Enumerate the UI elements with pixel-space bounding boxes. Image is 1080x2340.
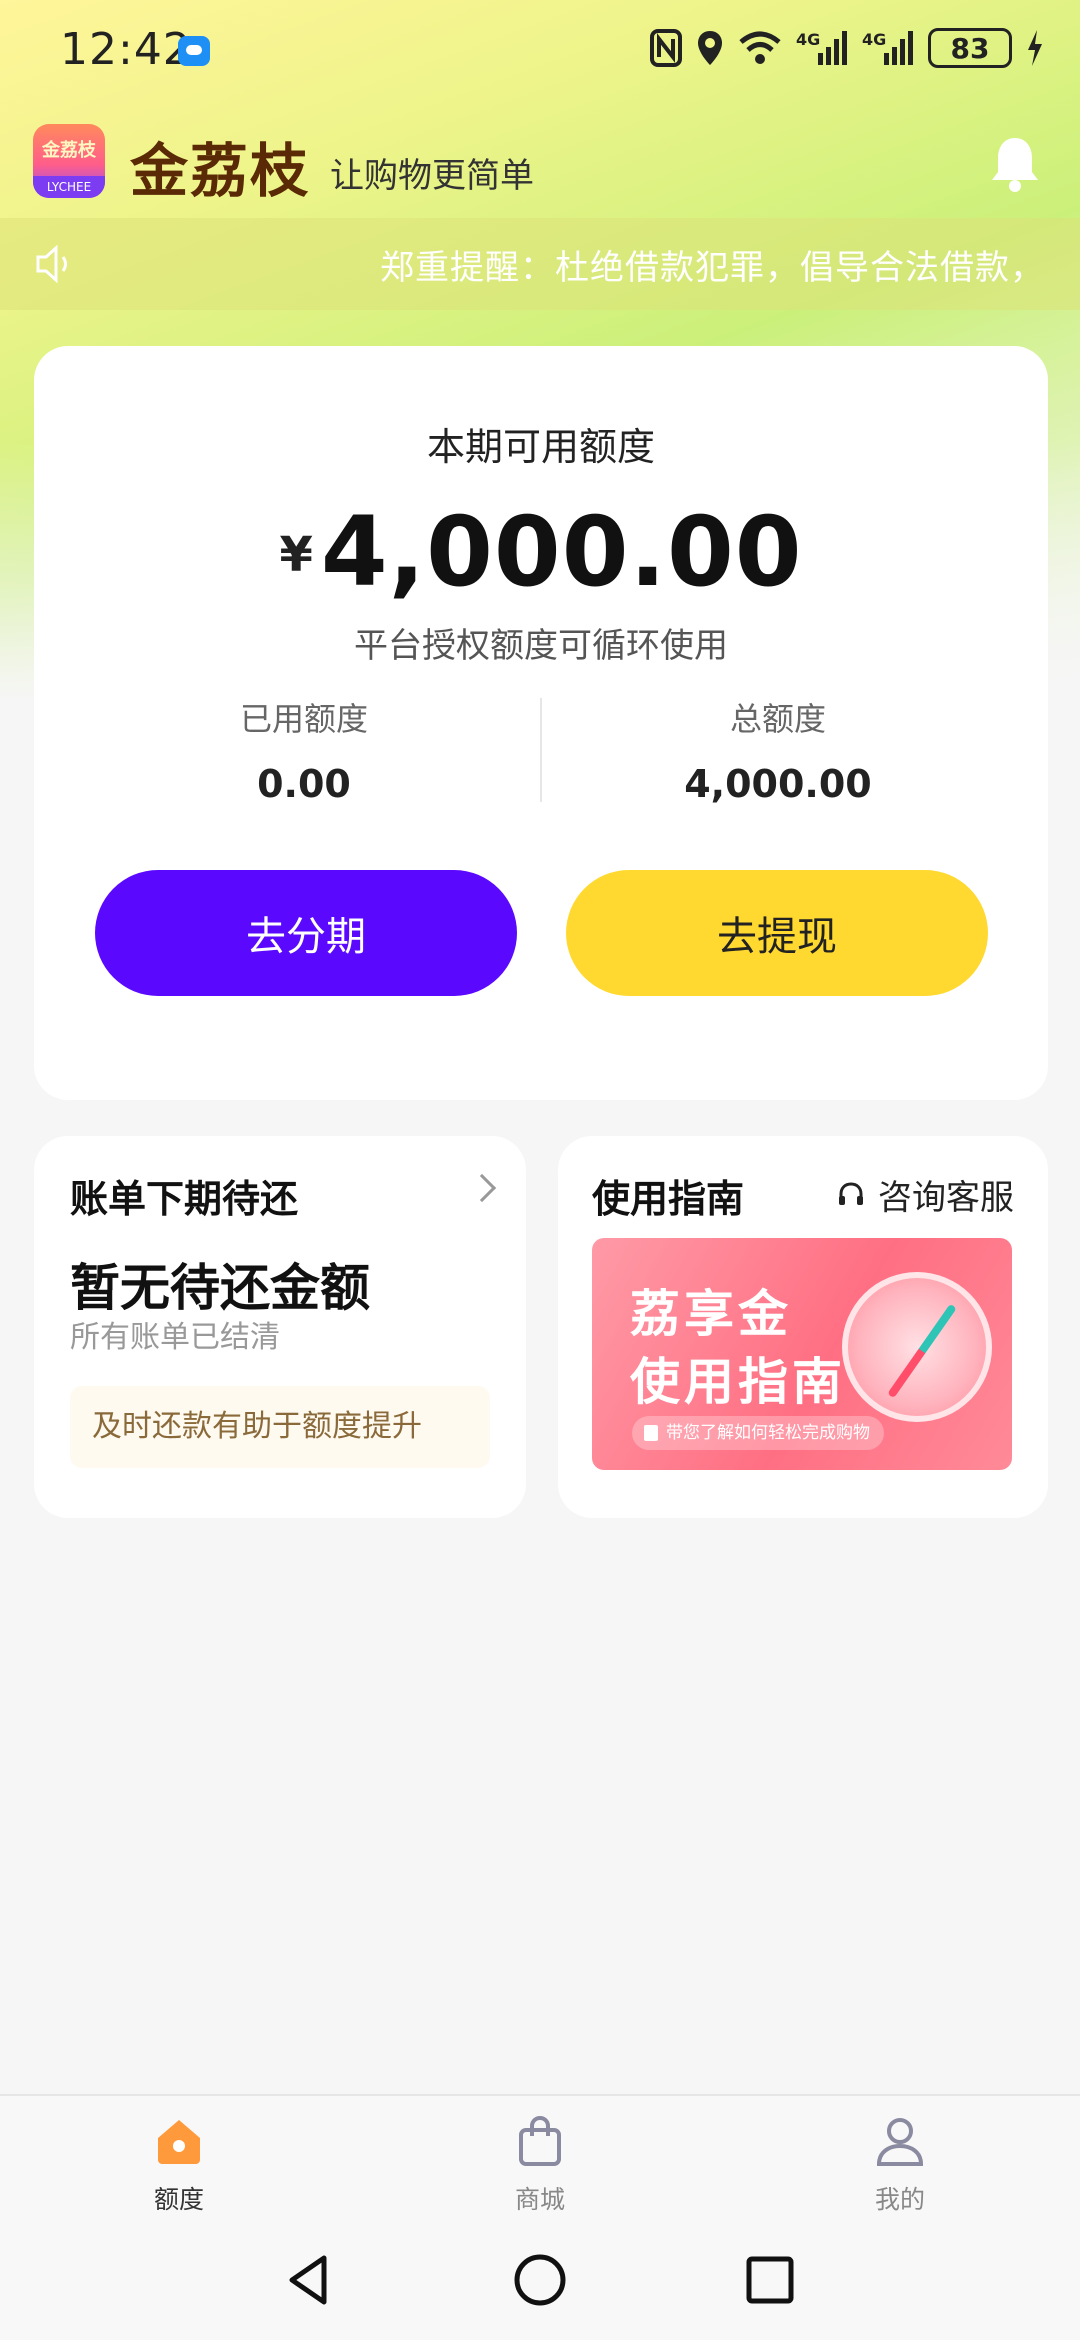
quota-title: 本期可用额度 — [426, 425, 655, 469]
battery-indicator: 83 — [928, 28, 1012, 68]
shopping-bag-icon — [519, 2115, 561, 2166]
user-icon — [876, 2118, 924, 2166]
banner-caption: 带您了解如何轻松完成购物 — [632, 1416, 884, 1450]
banner-title-line1: 荔享金 — [630, 1285, 792, 1343]
app-logo: 金荔枝 LYCHEE — [33, 124, 105, 198]
svg-text:4G: 4G — [862, 30, 886, 49]
nav-label-mine: 我的 — [874, 2185, 925, 2214]
logo-text: 金荔枝 — [42, 140, 96, 161]
notification-bell-icon[interactable] — [990, 134, 1040, 194]
recent-apps-icon[interactable] — [740, 2250, 800, 2310]
wifi-icon — [738, 28, 782, 68]
nav-item-mall[interactable]: 商城 — [460, 2114, 620, 2216]
system-navigation-bar — [0, 2220, 1080, 2340]
status-time: 12:42 — [60, 24, 192, 75]
headset-icon — [839, 1181, 863, 1205]
nav-item-mine[interactable]: 我的 — [820, 2114, 980, 2216]
banner-title-line2: 使用指南 — [630, 1353, 846, 1411]
chevron-right-icon[interactable] — [467, 1173, 497, 1203]
status-icons: 4G 4G 83 — [650, 28, 1044, 68]
nav-label-quota: 额度 — [153, 2185, 204, 2214]
bottom-nav: 额度 商城 我的 — [0, 2094, 1080, 2220]
compass-icon — [842, 1272, 992, 1422]
shopping-bag-mini-icon — [644, 1425, 658, 1441]
guide-title: 使用指南 — [592, 1177, 745, 1221]
charging-icon — [1026, 28, 1044, 68]
message-notification-icon — [178, 36, 210, 66]
nav-item-quota[interactable]: 额度 — [99, 2114, 259, 2216]
currency-symbol: ¥ — [279, 527, 313, 583]
bill-subtitle: 所有账单已结清 — [70, 1320, 280, 1355]
bill-empty-status: 暂无待还金额 — [70, 1259, 370, 1317]
available-amount: ¥4,000.00 — [34, 496, 1048, 608]
signal-4g-icon-1: 4G — [796, 28, 848, 68]
notice-text: 郑重提醒：杜绝借款犯罪，倡导合法借款， — [380, 248, 1045, 288]
bill-card[interactable]: 账单下期待还 暂无待还金额 所有账单已结清 及时还款有助于额度提升 — [34, 1136, 526, 1518]
svg-text:4G: 4G — [796, 30, 820, 49]
banner-caption-text: 带您了解如何轻松完成购物 — [666, 1423, 870, 1443]
used-quota-value: 0.00 — [257, 762, 351, 806]
nav-label-mall: 商城 — [514, 2185, 565, 2214]
location-icon — [696, 28, 724, 68]
guide-card: 使用指南 咨询客服 荔享金 使用指南 带您了解如何轻松完成购物 — [558, 1136, 1048, 1518]
signal-4g-icon-2: 4G — [862, 28, 914, 68]
used-quota-label: 已用额度 — [239, 700, 368, 738]
quota-description: 平台授权额度可循环使用 — [354, 626, 728, 666]
logo-subtext: LYCHEE — [33, 176, 105, 198]
bill-title: 账单下期待还 — [70, 1177, 299, 1221]
total-quota: 总额度 4,000.00 — [538, 694, 1018, 806]
notice-banner[interactable]: 郑重提醒：杜绝借款犯罪，倡导合法借款， — [0, 218, 1080, 310]
customer-service-link[interactable]: 咨询客服 — [836, 1170, 1014, 1219]
guide-banner[interactable]: 荔享金 使用指南 带您了解如何轻松完成购物 — [592, 1238, 1012, 1470]
home-icon — [158, 2120, 200, 2164]
app-header: 金荔枝 LYCHEE 金荔枝 让购物更简单 — [0, 118, 1080, 218]
used-quota: 已用额度 0.00 — [64, 694, 544, 806]
total-quota-value: 4,000.00 — [684, 762, 872, 806]
repayment-tip: 及时还款有助于额度提升 — [70, 1386, 490, 1468]
status-bar: 12:42 4G 4G 83 — [0, 0, 1080, 100]
nfc-icon — [650, 28, 682, 68]
app-title: 金荔枝 — [130, 137, 311, 205]
speaker-icon — [34, 242, 78, 286]
home-circle-icon[interactable] — [510, 2250, 570, 2310]
customer-service-label: 咨询客服 — [878, 1178, 1014, 1218]
available-amount-value: 4,000.00 — [320, 496, 803, 608]
app-slogan: 让购物更简单 — [330, 156, 534, 196]
withdraw-button[interactable]: 去提现 — [566, 870, 988, 996]
total-quota-label: 总额度 — [729, 700, 826, 738]
quota-card: 本期可用额度 ¥4,000.00 平台授权额度可循环使用 已用额度 0.00 总… — [34, 346, 1048, 1100]
installment-button[interactable]: 去分期 — [95, 870, 517, 996]
compass-needle — [887, 1303, 957, 1399]
back-icon[interactable] — [280, 2250, 340, 2310]
